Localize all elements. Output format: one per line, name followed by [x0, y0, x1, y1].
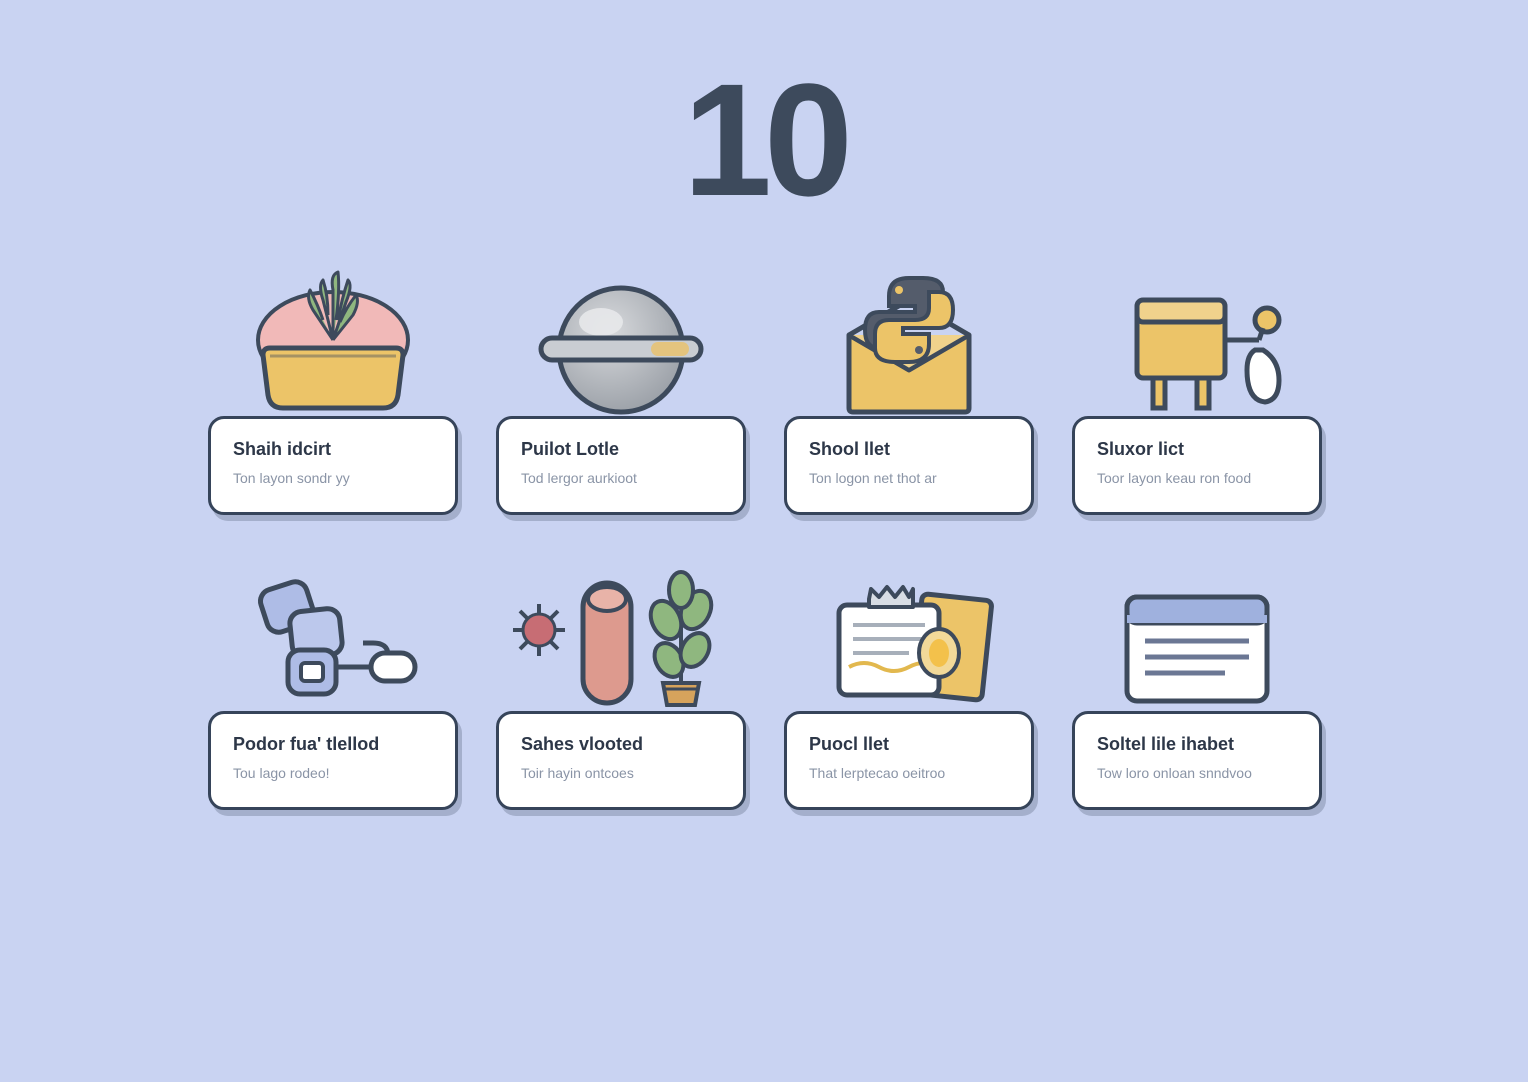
- card[interactable]: Soltel lile ihabet Tow loro onloan snndv…: [1072, 711, 1322, 810]
- note-stack-icon: [784, 555, 1034, 715]
- card[interactable]: Shaih idcirt Ton layon sondr yy: [208, 416, 458, 515]
- card-subtitle: That lerptecao oeitroo: [809, 765, 1009, 781]
- sphere-icon: [496, 260, 746, 420]
- card-tile: Soltel lile ihabet Tow loro onloan snndv…: [1072, 555, 1322, 810]
- card-title: Puocl llet: [809, 734, 1009, 755]
- card-tile: Sluxor lict Toor layon keau ron food: [1072, 260, 1322, 515]
- card-subtitle: Ton layon sondr yy: [233, 470, 433, 486]
- card-tile: Sahes vlooted Toir hayin ontcoes: [496, 555, 746, 810]
- card-subtitle: Toor layon keau ron food: [1097, 470, 1297, 486]
- card[interactable]: Podor fua' tlellod Tou lago rodeo!: [208, 711, 458, 810]
- card-title: Sluxor lict: [1097, 439, 1297, 460]
- card[interactable]: Puilot Lotle Tod lergor aurkioot: [496, 416, 746, 515]
- card-title: Podor fua' tlellod: [233, 734, 433, 755]
- card-tile: Shool llet Ton logon net thot ar: [784, 260, 1034, 515]
- card-title: Sahes vlooted: [521, 734, 721, 755]
- card-subtitle: Tow loro onloan snndvoo: [1097, 765, 1297, 781]
- plant-bowl-icon: [208, 260, 458, 420]
- card[interactable]: Puocl llet That lerptecao oeitroo: [784, 711, 1034, 810]
- card[interactable]: Sahes vlooted Toir hayin ontcoes: [496, 711, 746, 810]
- card-subtitle: Ton logon net thot ar: [809, 470, 1009, 486]
- card-tile: Podor fua' tlellod Tou lago rodeo!: [208, 555, 458, 810]
- card-title: Puilot Lotle: [521, 439, 721, 460]
- card-title: Shaih idcirt: [233, 439, 433, 460]
- card-title: Soltel lile ihabet: [1097, 734, 1297, 755]
- card-tile: Puilot Lotle Tod lergor aurkioot: [496, 260, 746, 515]
- megaphone-icon: [1072, 260, 1322, 420]
- card-tile: Puocl llet That lerptecao oeitroo: [784, 555, 1034, 810]
- python-envelope-icon: [784, 260, 1034, 420]
- card-tile: Shaih idcirt Ton layon sondr yy: [208, 260, 458, 515]
- card-subtitle: Tou lago rodeo!: [233, 765, 433, 781]
- capsule-plant-icon: [496, 555, 746, 715]
- card-subtitle: Toir hayin ontcoes: [521, 765, 721, 781]
- card-title: Shool llet: [809, 439, 1009, 460]
- card-subtitle: Tod lergor aurkioot: [521, 470, 721, 486]
- card-grid: Shaih idcirt Ton layon sondr yy Puilot L…: [208, 260, 1320, 810]
- card[interactable]: Shool llet Ton logon net thot ar: [784, 416, 1034, 515]
- chain-shapes-icon: [208, 555, 458, 715]
- card[interactable]: Sluxor lict Toor layon keau ron food: [1072, 416, 1322, 515]
- browser-window-icon: [1072, 555, 1322, 715]
- page-number: 10: [683, 60, 845, 220]
